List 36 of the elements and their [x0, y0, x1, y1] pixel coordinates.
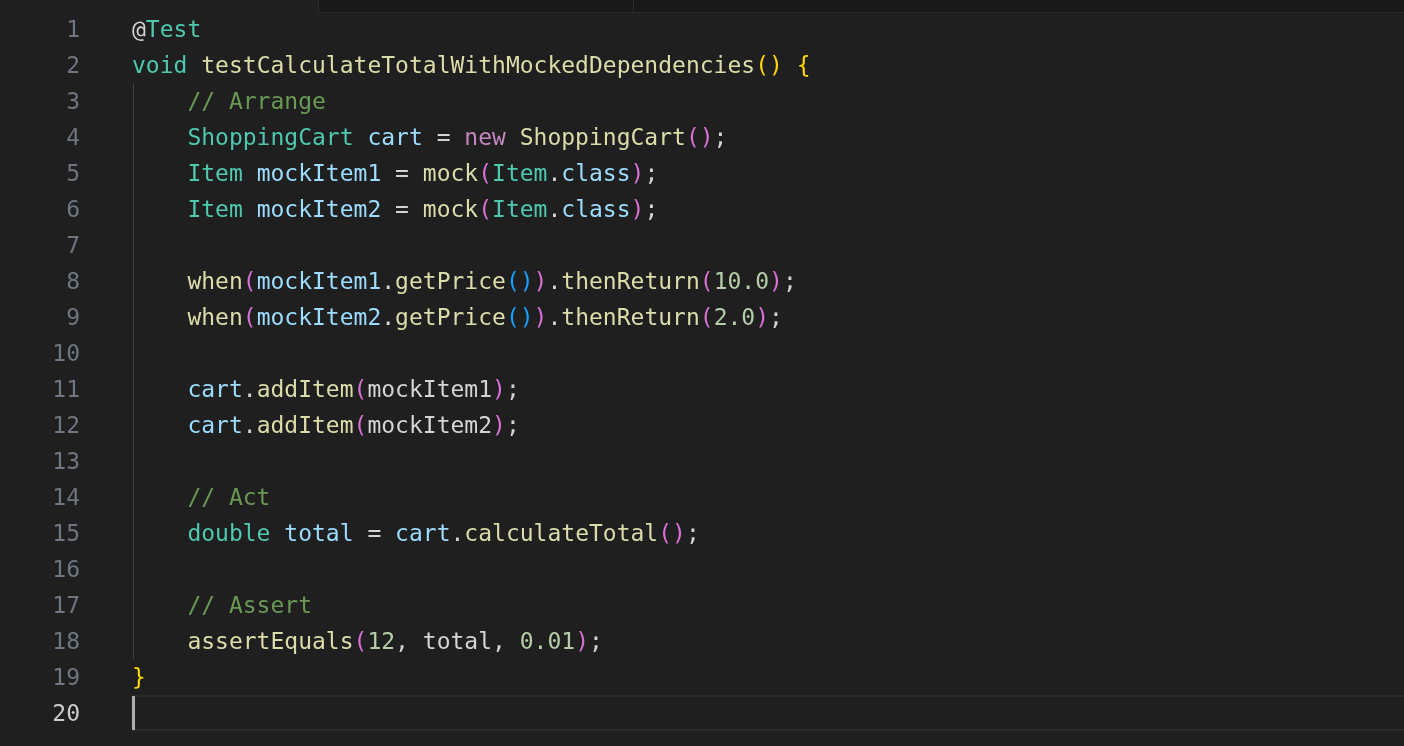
line-number: 19 [51, 664, 80, 690]
code-line: // Assert [187, 592, 312, 618]
code-line: when(mockItem2.getPrice()).thenReturn(2.0); [187, 304, 783, 330]
line-number: 9 [65, 304, 80, 330]
code-line: double total = cart.calculateTotal(); [187, 520, 700, 546]
line-number: 15 [51, 520, 80, 546]
code-line: } [132, 664, 146, 690]
line-number: 7 [65, 232, 80, 258]
text-cursor [132, 696, 135, 730]
line-number: 13 [51, 448, 80, 474]
line-number: 17 [51, 592, 80, 618]
code-line: // Arrange [187, 88, 326, 114]
line-number: 16 [51, 556, 80, 582]
code-line: ShoppingCart cart = new ShoppingCart(); [187, 124, 728, 150]
line-number: 12 [51, 412, 80, 438]
code-line: // Act [187, 484, 271, 510]
code-line: assertEquals(12, total, 0.01); [187, 628, 603, 654]
code-line: cart.addItem(mockItem1); [187, 376, 520, 402]
line-number: 1 [65, 16, 80, 42]
line-number: 2 [65, 52, 80, 78]
code-line: Item mockItem1 = mock(Item.class); [187, 160, 659, 186]
line-number: 11 [51, 376, 80, 402]
line-number: 8 [65, 268, 80, 294]
line-number: 18 [51, 628, 80, 654]
line-number: 20 [51, 700, 80, 726]
line-number: 4 [65, 124, 80, 150]
line-number: 6 [65, 196, 80, 222]
code-line: Item mockItem2 = mock(Item.class); [187, 196, 659, 222]
code-line: @Test [132, 16, 202, 42]
line-number: 10 [51, 340, 80, 366]
line-number: 3 [65, 88, 80, 114]
line-number: 14 [51, 484, 80, 510]
code-line: when(mockItem1.getPrice()).thenReturn(10.0); [187, 268, 797, 294]
code-line: cart.addItem(mockItem2); [187, 412, 520, 438]
code-line: void testCalculateTotalWithMockedDependencies() { [132, 52, 811, 78]
line-number: 5 [65, 160, 80, 186]
